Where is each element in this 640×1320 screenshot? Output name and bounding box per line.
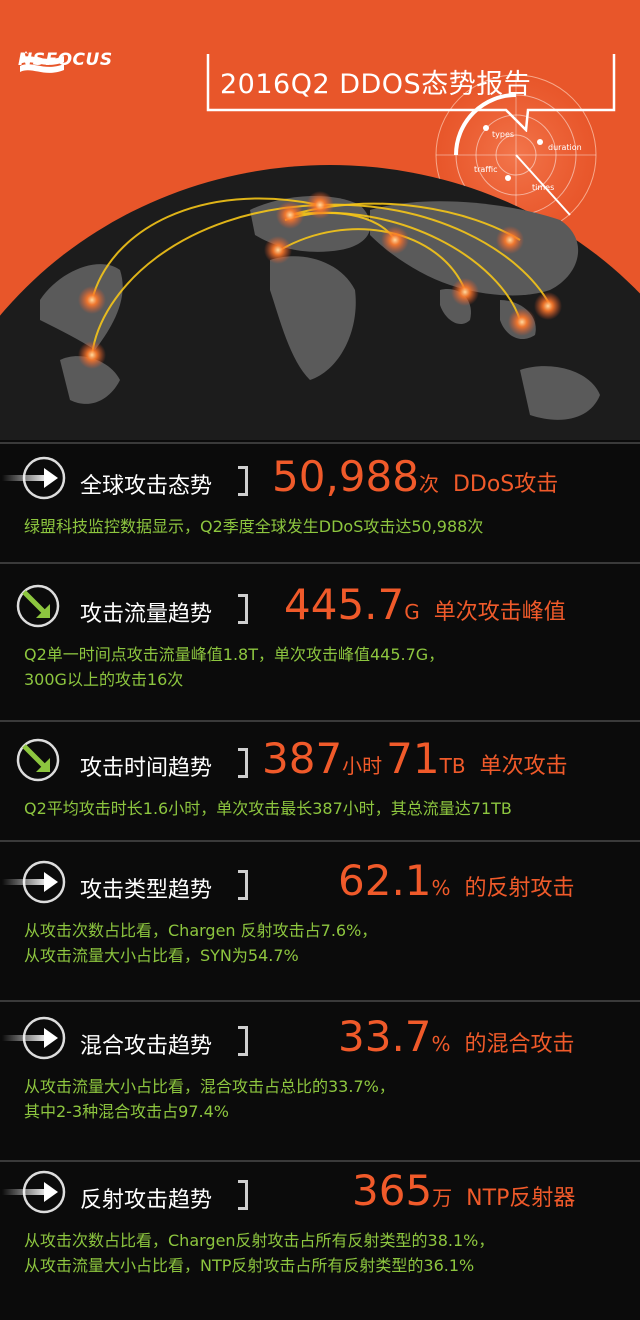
stat-number: 387	[262, 734, 343, 783]
stat-unit: 万	[432, 1186, 453, 1210]
section-title: 攻击时间趋势	[80, 756, 213, 781]
section-description: 从攻击流量大小占比看，混合攻击占总比的33.7%， 其中2-3种混合攻击占97.4…	[24, 1074, 395, 1124]
section-divider	[0, 562, 640, 564]
section-title: 攻击类型趋势	[80, 878, 213, 903]
description-line: 从攻击流量大小占比看，混合攻击占总比的33.7%，	[24, 1077, 395, 1096]
stat-unit: 次	[418, 472, 439, 496]
section-title: 攻击流量趋势	[80, 602, 213, 627]
description-line: 绿盟科技监控数据显示，Q2季度全球发生DDoS攻击达50,988次	[24, 517, 484, 536]
title-bracket	[238, 594, 248, 624]
stat-label: DDoS攻击	[452, 472, 559, 497]
section-description: Q2单一时间点攻击流量峰值1.8T，单次攻击峰值445.7G， 300G以上的攻击…	[24, 642, 444, 692]
report-title: 2016Q2 DDOS态势报告	[220, 69, 532, 100]
title-bracket	[238, 870, 248, 900]
stat-unit-2: TB	[439, 754, 466, 778]
description-line: 从攻击次数占比看，Chargen反射攻击占所有反射类型的38.1%，	[24, 1231, 495, 1250]
stat-label: 单次攻击峰值	[433, 600, 566, 625]
right-arrow-icon	[0, 858, 70, 912]
stat-number: 33.7	[338, 1012, 432, 1061]
stat-label: 的反射攻击	[464, 876, 575, 901]
description-line: 从攻击流量大小占比看，SYN为54.7%	[24, 946, 299, 965]
description-line: 其中2-3种混合攻击占97.4%	[24, 1102, 229, 1121]
stat-number: 62.1	[338, 856, 432, 905]
stat-number: 365	[352, 1166, 433, 1215]
stat-value: 50,988次 DDoS攻击	[272, 452, 558, 501]
section-description: Q2平均攻击时长1.6小时，单次攻击最长387小时，其总流量达71TB	[24, 796, 512, 821]
stat-value: 62.1% 的反射攻击	[338, 856, 575, 905]
section-divider	[0, 442, 640, 444]
title-bracket	[238, 466, 248, 496]
stat-section: 攻击时间趋势 387小时71TB 单次攻击 Q2平均攻击时长1.6小时，单次攻击最长3…	[0, 720, 640, 840]
down-right-arrow-icon	[0, 736, 70, 790]
description-line: Q2平均攻击时长1.6小时，单次攻击最长387小时，其总流量达71TB	[24, 799, 512, 818]
flag-logo-icon	[20, 51, 64, 73]
title-bracket	[238, 748, 248, 778]
section-title: 混合攻击趋势	[80, 1034, 213, 1059]
stat-unit: 小时	[342, 754, 383, 778]
stat-value: 387小时71TB 单次攻击	[262, 734, 568, 783]
section-description: 从攻击次数占比看，Chargen 反射攻击占7.6%， 从攻击流量大小占比看，SY…	[24, 918, 377, 968]
stat-unit: %	[431, 1032, 451, 1056]
stat-value: 445.7G 单次攻击峰值	[284, 580, 566, 629]
section-title: 反射攻击趋势	[80, 1188, 213, 1213]
stat-unit: %	[431, 876, 451, 900]
section-description: 从攻击次数占比看，Chargen反射攻击占所有反射类型的38.1%， 从攻击流量大…	[24, 1228, 494, 1278]
title-bracket	[238, 1180, 248, 1210]
description-line: 从攻击流量大小占比看，NTP反射攻击占所有反射类型的36.1%	[24, 1256, 475, 1275]
description-line: 从攻击次数占比看，Chargen 反射攻击占7.6%，	[24, 921, 378, 940]
radar-label-duration: duration	[548, 143, 582, 152]
right-arrow-icon	[0, 454, 70, 508]
stat-section: 攻击流量趋势 445.7G 单次攻击峰值 Q2单一时间点攻击流量峰值1.8T，单次攻击…	[0, 562, 640, 720]
section-description: 绿盟科技监控数据显示，Q2季度全球发生DDoS攻击达50,988次	[24, 514, 483, 539]
stat-section: 全球攻击态势 50,988次 DDoS攻击绿盟科技监控数据显示，Q2季度全球发生DD…	[0, 442, 640, 562]
stat-unit: G	[404, 600, 420, 624]
stat-label: 的混合攻击	[464, 1032, 575, 1057]
stat-value: 33.7% 的混合攻击	[338, 1012, 575, 1061]
stat-section: 攻击类型趋势 62.1% 的反射攻击从攻击次数占比看，Chargen 反射攻击占7.…	[0, 840, 640, 1000]
radar-label-times: times	[532, 183, 554, 192]
stat-section: 混合攻击趋势 33.7% 的混合攻击从攻击流量大小占比看，混合攻击占总比的33.7%…	[0, 1000, 640, 1160]
section-divider	[0, 1000, 640, 1002]
report-title-box: 2016Q2 DDOS态势报告	[206, 52, 616, 132]
right-arrow-icon	[0, 1014, 70, 1068]
right-arrow-icon	[0, 1168, 70, 1222]
nsfocus-logo: NSFOCUS	[18, 50, 113, 73]
section-divider	[0, 840, 640, 842]
stat-label: NTP反射器	[466, 1186, 576, 1211]
description-line: 300G以上的攻击16次	[24, 670, 184, 689]
radar-label-traffic: traffic	[474, 165, 497, 174]
hero-banner: types duration traffic times NSFOCUS 201…	[0, 0, 640, 440]
section-divider	[0, 1160, 640, 1162]
stat-label: 单次攻击	[479, 754, 568, 779]
down-right-arrow-icon	[0, 582, 70, 636]
description-line: Q2单一时间点攻击流量峰值1.8T，单次攻击峰值445.7G，	[24, 645, 445, 664]
stat-section: 反射攻击趋势 365万 NTP反射器从攻击次数占比看，Chargen反射攻击占所有反…	[0, 1160, 640, 1320]
stat-number-2: 71	[386, 734, 440, 783]
stat-number: 50,988	[272, 452, 419, 501]
section-divider	[0, 720, 640, 722]
stat-value: 365万 NTP反射器	[352, 1166, 575, 1215]
title-bracket	[238, 1026, 248, 1056]
stat-number: 445.7	[284, 580, 405, 629]
section-title: 全球攻击态势	[80, 474, 213, 499]
